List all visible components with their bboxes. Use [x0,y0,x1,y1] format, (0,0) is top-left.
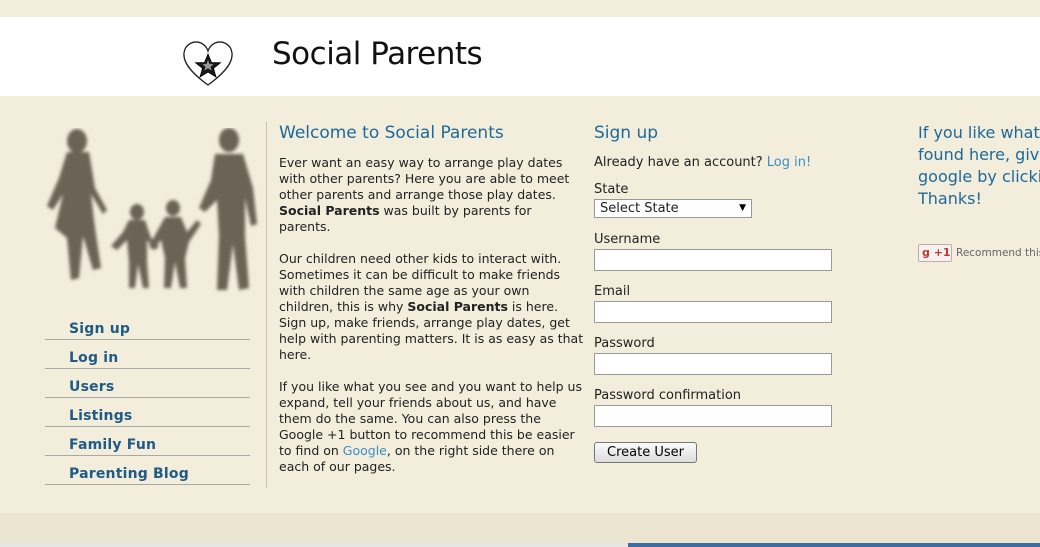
state-select[interactable]: Select State ▼ [594,199,752,218]
nav-item-label[interactable]: Family Fun [69,437,156,453]
nav-item-label[interactable]: Users [69,379,114,395]
nav-item-users[interactable]: Users [45,369,250,398]
google-plus-widget: g +1 Recommend this on Google [918,242,1040,262]
nav-item-family-fun[interactable]: Family Fun [45,427,250,456]
signup-heading: Sign up [594,123,659,143]
site-header [0,17,1040,96]
nav-item-log-in[interactable]: Log in [45,340,250,369]
dropdown-arrow-icon: ▼ [739,203,746,213]
welcome-paragraph-2: Our children need other kids to interact… [279,251,584,363]
google-plus-one-icon[interactable]: g +1 [918,243,952,262]
password-input[interactable] [594,353,832,375]
brand-name: Social Parents [279,203,380,218]
plus-one-label: +1 [933,245,951,259]
recommend-text: Recommend this on Google [956,246,1040,259]
nav-item-label[interactable]: Log in [69,350,118,366]
heart-star-icon[interactable] [182,40,234,88]
email-input[interactable] [594,301,832,323]
text: Ever want an easy way to arrange play da… [279,155,570,202]
column-divider [266,122,267,488]
state-select-value: Select State [600,201,679,216]
brand-name: Social Parents [407,299,508,314]
nav-item-label[interactable]: Sign up [69,321,130,337]
email-label: Email [594,284,631,299]
google-plus-promo: If you like what you have found here, gi… [918,122,1040,262]
nav-item-label[interactable]: Listings [69,408,132,424]
top-strip [0,0,1040,17]
login-link[interactable]: Log in! [767,155,811,170]
sidebar-nav: Sign up Log in Users Listings Family Fun… [45,311,250,485]
nav-item-parenting-blog[interactable]: Parenting Blog [45,456,250,485]
welcome-section: Welcome to Social Parents Ever want an e… [279,123,584,491]
bottom-strip [0,543,1040,547]
footer-bar [0,513,1040,543]
taskbar-strip [628,543,1040,547]
signup-form: Sign up Already have an account? Log in!… [594,123,854,463]
plus-one-message: If you like what you have found here, gi… [918,123,1040,208]
username-input[interactable] [594,249,832,271]
welcome-heading: Welcome to Social Parents [279,123,504,143]
password-confirmation-input[interactable] [594,405,832,427]
password-confirmation-label: Password confirmation [594,388,742,403]
family-silhouette-image [47,128,257,290]
text: Already have an account? [594,155,767,170]
google-link[interactable]: Google [343,443,387,458]
username-label: Username [594,232,661,247]
nav-item-listings[interactable]: Listings [45,398,250,427]
create-user-button[interactable]: Create User [594,442,697,463]
welcome-paragraph-1: Ever want an easy way to arrange play da… [279,155,584,235]
site-title[interactable]: Social Parents [272,36,483,72]
password-label: Password [594,336,655,351]
nav-item-sign-up[interactable]: Sign up [45,311,250,340]
already-account-text: Already have an account? Log in! [594,155,854,170]
nav-item-label[interactable]: Parenting Blog [69,466,189,482]
welcome-paragraph-3: If you like what you see and you want to… [279,379,584,475]
state-label: State [594,182,629,197]
